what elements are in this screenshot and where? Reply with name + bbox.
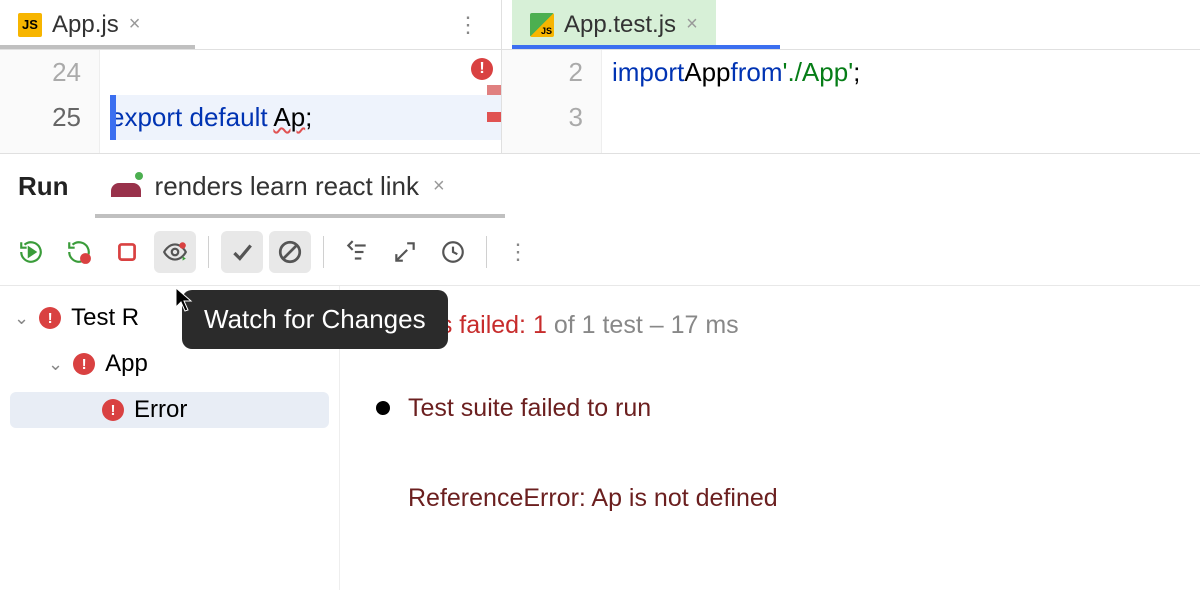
expand-collapse-button[interactable] — [384, 231, 426, 273]
run-toolbar: ⋮ — [0, 218, 1200, 286]
close-icon[interactable]: × — [686, 13, 698, 36]
run-label: Run — [18, 171, 69, 202]
test-results-split: ⌄ ! Test R ⌄ ! App ! Error ! Tests faile… — [0, 286, 1200, 590]
chevron-down-icon[interactable]: ⌄ — [14, 308, 29, 329]
line-number: 24 — [0, 50, 81, 95]
code-line[interactable] — [110, 50, 501, 95]
left-editor-tabs: JS App.js × ⋮ — [0, 0, 502, 49]
separator — [208, 236, 209, 268]
show-passed-button[interactable] — [221, 231, 263, 273]
editors-split: 24 25 export default Ap; ! 2 3 import Ap… — [0, 50, 1200, 154]
error-stripe[interactable] — [487, 112, 501, 122]
run-tab-label: renders learn react link — [155, 171, 419, 202]
tab-label: App.js — [52, 11, 119, 39]
run-panel-header: Run renders learn react link × — [0, 154, 1200, 218]
more-icon[interactable]: ⋮ — [457, 12, 481, 38]
tab-label: App.test.js — [564, 11, 676, 39]
gutter: 2 3 — [502, 50, 602, 153]
tests-failed-summary: ! Tests failed: 1 of 1 test – 17 ms — [362, 304, 1178, 347]
close-icon[interactable]: × — [129, 13, 141, 36]
right-editor[interactable]: 2 3 import App from './App'; — [502, 50, 1200, 153]
bullet-icon — [376, 401, 390, 415]
error-icon: ! — [39, 307, 61, 329]
js-file-icon: JS — [18, 13, 42, 37]
code-line[interactable]: import App from './App'; — [612, 50, 1200, 95]
error-badge-icon[interactable]: ! — [471, 58, 493, 80]
code-line[interactable] — [612, 95, 1200, 140]
cursor-icon — [175, 287, 195, 319]
separator — [486, 236, 487, 268]
line-number: 2 — [502, 50, 583, 95]
current-line-indicator — [110, 95, 116, 140]
chevron-down-icon[interactable]: ⌄ — [48, 354, 63, 375]
test-output[interactable]: ! Tests failed: 1 of 1 test – 17 ms Test… — [340, 286, 1200, 590]
code-area[interactable]: export default Ap; — [100, 50, 501, 153]
tab-indicator — [0, 45, 195, 49]
error-icon: ! — [73, 353, 95, 375]
code-area[interactable]: import App from './App'; — [602, 50, 1200, 153]
tab-indicator — [512, 45, 780, 49]
tooltip: Watch for Changes — [182, 290, 448, 349]
tab-app-test-js[interactable]: App.test.js × — [512, 0, 716, 49]
watch-toggle-button[interactable] — [154, 231, 196, 273]
failure-heading: Test suite failed to run — [376, 387, 1178, 430]
close-icon[interactable]: × — [433, 175, 445, 198]
separator — [323, 236, 324, 268]
show-ignored-button[interactable] — [269, 231, 311, 273]
tree-file-node[interactable]: ⌄ ! App — [0, 346, 339, 382]
code-line[interactable]: export default Ap; — [110, 95, 501, 140]
line-number: 3 — [502, 95, 583, 140]
history-button[interactable] — [432, 231, 474, 273]
error-icon: ! — [102, 399, 124, 421]
left-editor[interactable]: 24 25 export default Ap; ! — [0, 50, 502, 153]
rerun-button[interactable] — [10, 231, 52, 273]
more-icon[interactable]: ⋮ — [507, 239, 531, 265]
stop-button[interactable] — [106, 231, 148, 273]
error-stripe[interactable] — [487, 85, 501, 95]
tab-app-js[interactable]: JS App.js × — [0, 0, 158, 49]
tree-label: App — [105, 350, 148, 378]
tree-label: Test R — [71, 304, 139, 332]
rerun-failed-button[interactable] — [58, 231, 100, 273]
editor-tabs-bar: JS App.js × ⋮ App.test.js × — [0, 0, 1200, 50]
test-file-icon — [530, 13, 554, 37]
tree-label: Error — [134, 396, 187, 424]
error-message: ReferenceError: Ap is not defined — [408, 477, 1178, 520]
jest-icon — [111, 175, 141, 197]
line-number: 25 — [0, 95, 81, 140]
run-config-tab[interactable]: renders learn react link × — [111, 171, 445, 202]
gutter: 24 25 — [0, 50, 100, 153]
sort-button[interactable] — [336, 231, 378, 273]
right-editor-tabs: App.test.js × — [502, 0, 1200, 49]
tree-error-node[interactable]: ! Error — [10, 392, 329, 428]
